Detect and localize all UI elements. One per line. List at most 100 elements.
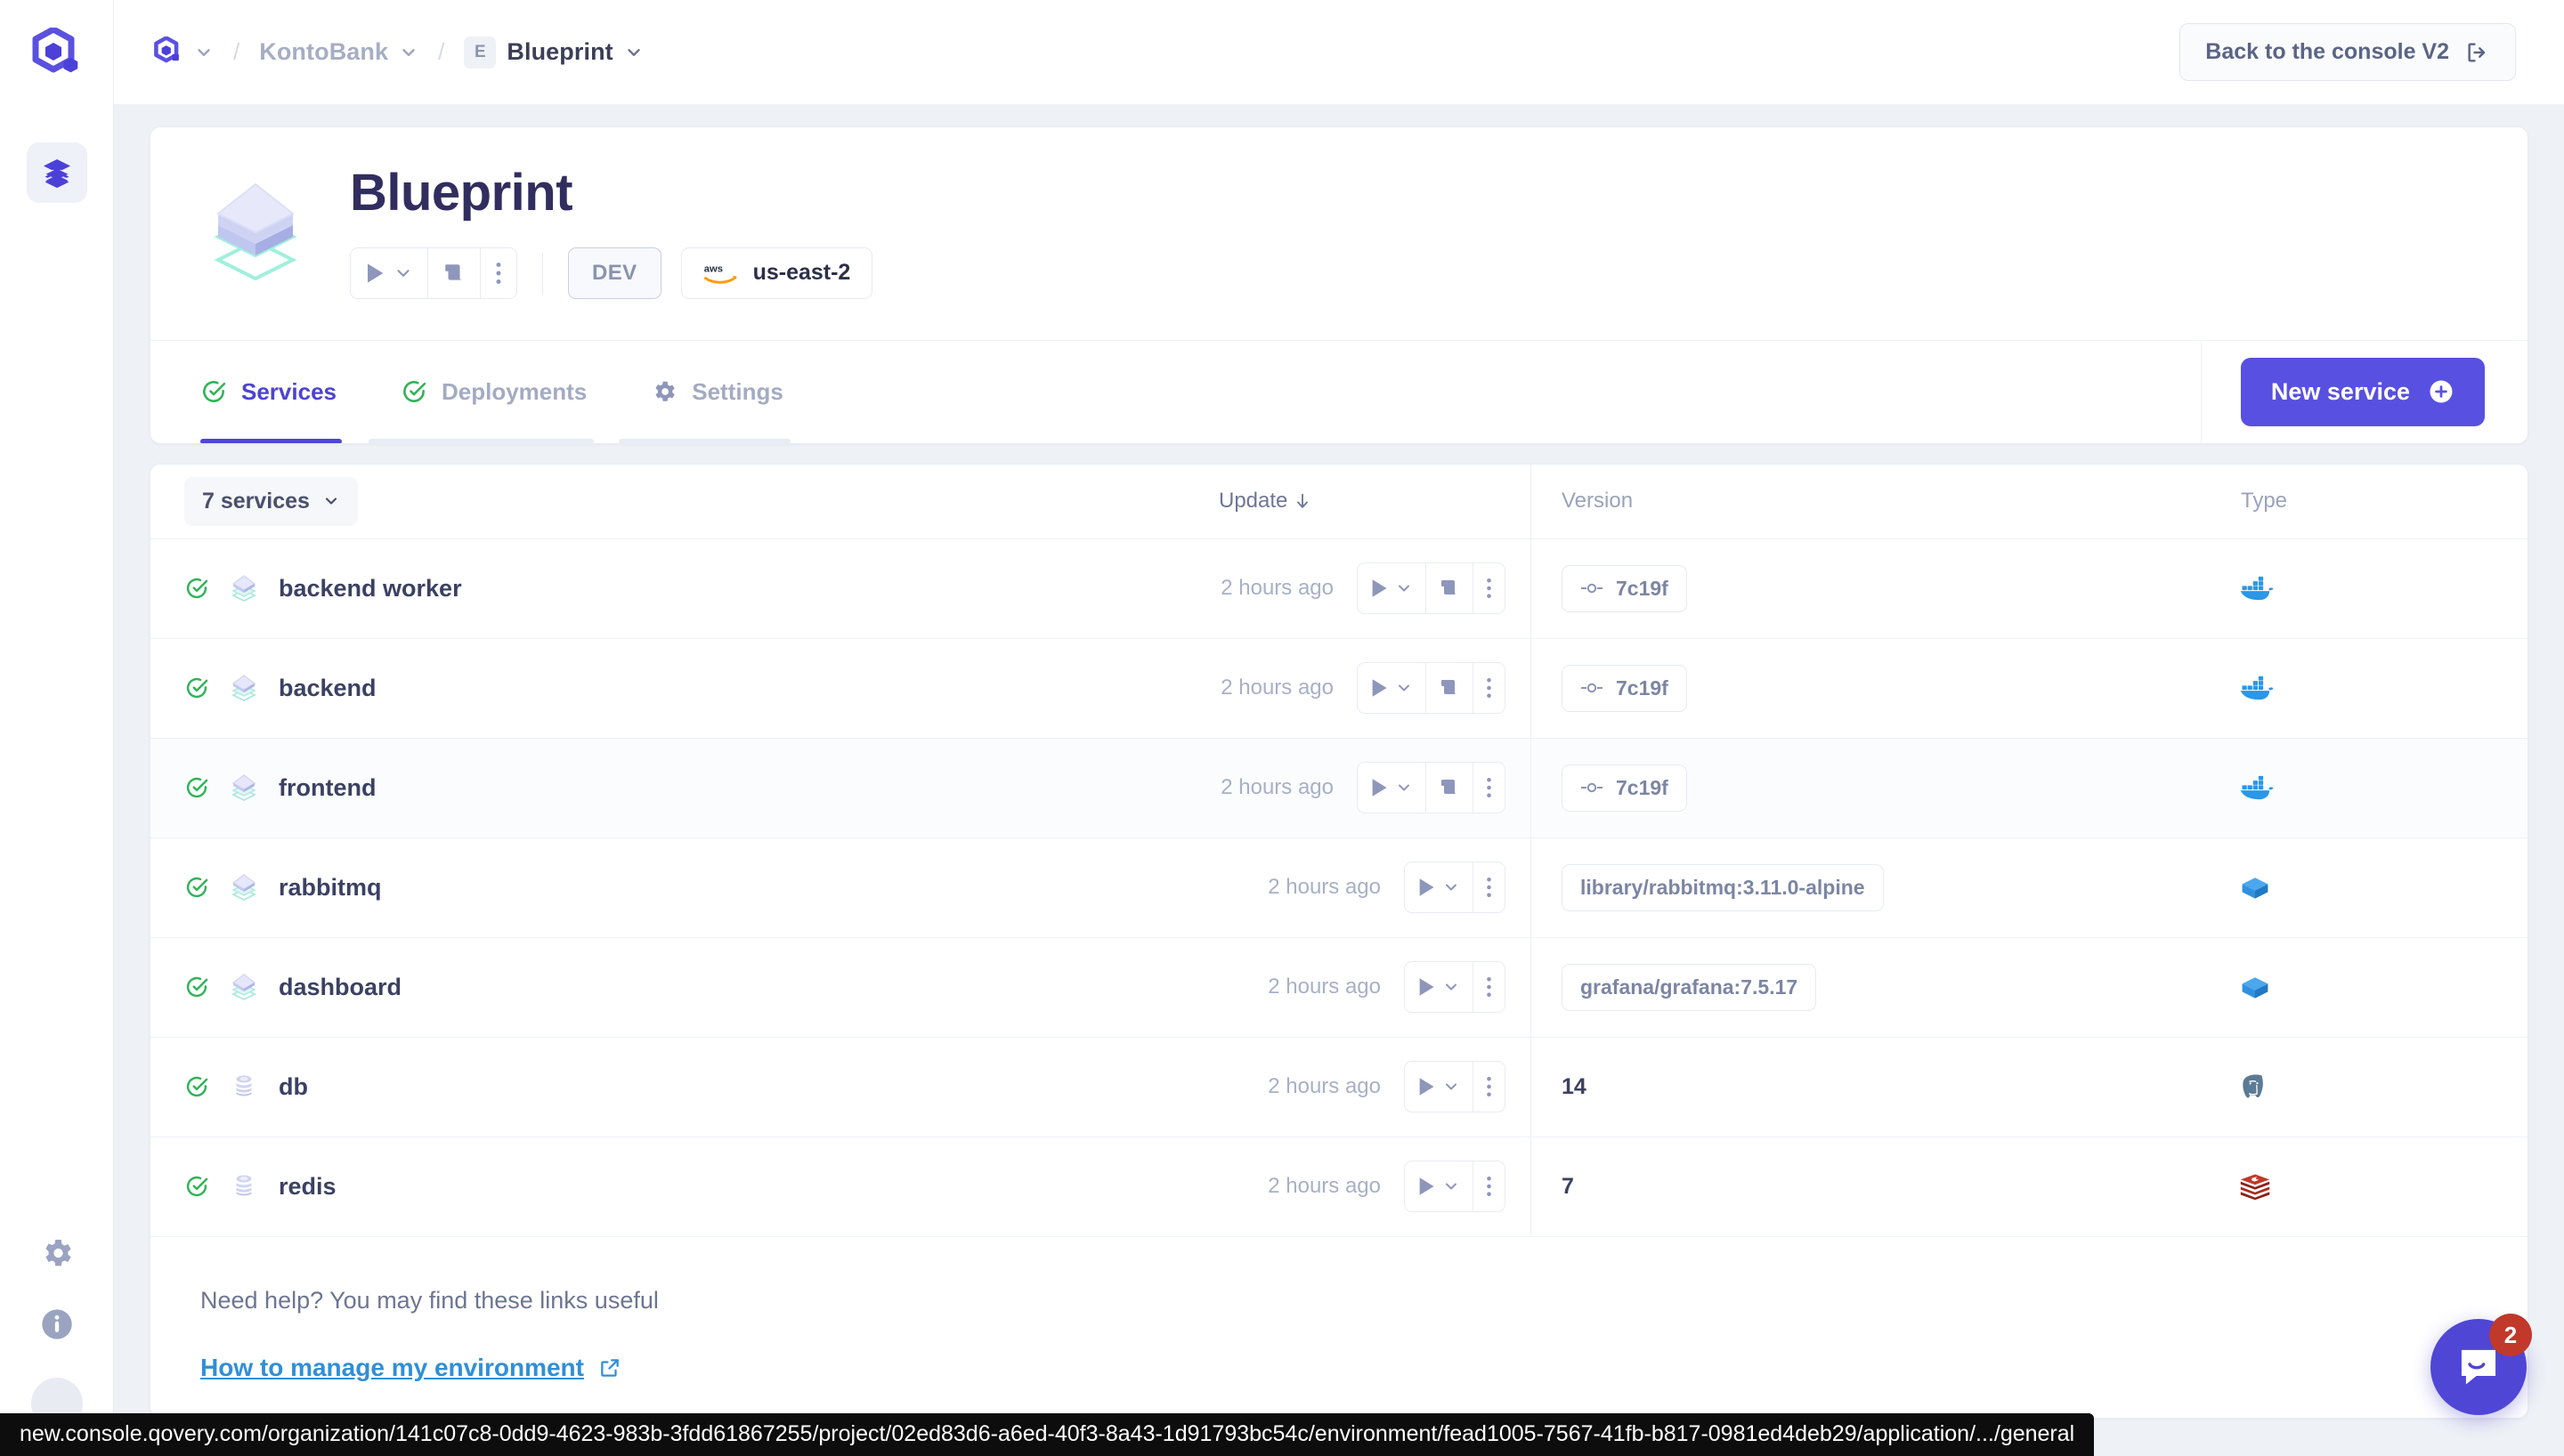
row-action-logs[interactable] <box>1426 563 1473 614</box>
version-image-tag[interactable]: grafana/grafana:7.5.17 <box>1562 963 1817 1011</box>
row-action-deploy[interactable] <box>1405 862 1473 913</box>
logs-button[interactable] <box>428 247 481 298</box>
cloud-region-badge[interactable]: aws us-east-2 <box>680 247 873 299</box>
last-update-time: 2 hours ago <box>1268 1074 1381 1099</box>
app-root: / KontoBank / E Blueprint Back to the co… <box>0 0 2564 1456</box>
new-service-button[interactable]: New service <box>2240 357 2485 426</box>
last-update-time: 2 hours ago <box>1221 576 1334 601</box>
table-row[interactable]: backend 2 hours ago 7c19f <box>150 638 2527 739</box>
table-row[interactable]: redis 2 hours ago 7 <box>150 1136 2527 1237</box>
info-icon[interactable] <box>39 1306 75 1342</box>
aws-icon: aws <box>703 260 739 287</box>
service-name[interactable]: frontend <box>279 774 376 802</box>
table-header-type: Type <box>2154 489 2527 514</box>
row-action-more[interactable] <box>1473 763 1505 813</box>
database-icon <box>229 1072 259 1102</box>
row-action-deploy[interactable] <box>1405 962 1473 1013</box>
row-version-cell: library/rabbitmq:3.11.0-alpine <box>1530 837 2154 937</box>
docker-icon <box>2239 772 2276 803</box>
environment-header-main: Blueprint DEV aws us-east-2 <box>350 166 2478 299</box>
row-action-deploy[interactable] <box>1358 663 1426 714</box>
row-action-more[interactable] <box>1473 1062 1505 1112</box>
row-action-more[interactable] <box>1473 962 1505 1012</box>
version-commit-tag[interactable]: 7c19f <box>1562 764 1687 812</box>
help-section: Need help? You may find these links usef… <box>150 1237 2527 1418</box>
services-table: 7 services Update Version Type backend w… <box>150 463 2528 1419</box>
row-version-cell: 7c19f <box>1530 538 2154 638</box>
row-action-group <box>1357 762 1505 814</box>
service-name[interactable]: redis <box>279 1173 337 1201</box>
tab-deployments[interactable]: Deployments <box>368 341 619 443</box>
table-header-update[interactable]: Update <box>1219 489 1530 514</box>
docker-icon <box>2239 573 2276 603</box>
row-action-logs[interactable] <box>1426 763 1473 813</box>
container-icon <box>2239 973 2271 1001</box>
container-icon <box>2239 873 2271 902</box>
more-actions-button[interactable] <box>481 248 516 298</box>
sort-descending-icon <box>1293 491 1312 511</box>
version-commit-tag[interactable]: 7c19f <box>1562 664 1687 712</box>
row-action-deploy[interactable] <box>1358 563 1426 614</box>
table-row[interactable]: backend worker 2 hours ago 7c19f <box>150 538 2527 639</box>
application-icon <box>229 872 259 902</box>
row-action-more[interactable] <box>1473 663 1505 713</box>
help-link-manage-environment[interactable]: How to manage my environment <box>200 1354 621 1382</box>
play-icon <box>365 263 385 284</box>
table-row[interactable]: db 2 hours ago 14 <box>150 1037 2527 1137</box>
environment-mode-badge[interactable]: DEV <box>568 247 661 299</box>
version-value: grafana/grafana:7.5.17 <box>1580 975 1798 999</box>
sidebar-item-environments[interactable] <box>26 142 87 203</box>
tab-settings[interactable]: Settings <box>619 341 815 443</box>
version-image-tag[interactable]: library/rabbitmq:3.11.0-alpine <box>1562 863 1884 911</box>
logs-icon <box>442 262 466 285</box>
row-update-cell: 2 hours ago <box>1219 938 1530 1037</box>
tab-active-indicator <box>200 438 342 443</box>
row-action-deploy[interactable] <box>1358 763 1426 813</box>
row-action-more[interactable] <box>1473 1161 1505 1211</box>
status-badge <box>184 975 209 999</box>
table-row[interactable]: dashboard 2 hours ago grafana/grafana:7.5.… <box>150 937 2527 1038</box>
table-row[interactable]: rabbitmq 2 hours ago library/rabbitmq:3.11… <box>150 837 2527 938</box>
intercom-launcher[interactable]: 2 <box>2430 1314 2532 1415</box>
breadcrumb-organization[interactable] <box>153 36 214 69</box>
row-version-cell: 7c19f <box>1530 638 2154 738</box>
service-name[interactable]: dashboard <box>279 974 402 1001</box>
row-action-logs[interactable] <box>1426 663 1473 714</box>
tab-settings-label: Settings <box>692 377 783 405</box>
row-action-group <box>1357 562 1505 615</box>
tab-services[interactable]: Services <box>200 341 369 443</box>
environment-action-row: DEV aws us-east-2 <box>350 247 2478 299</box>
row-action-group <box>1404 861 1505 914</box>
service-name[interactable]: rabbitmq <box>279 874 382 902</box>
breadcrumb-project-label: KontoBank <box>259 38 389 65</box>
row-action-deploy[interactable] <box>1405 1161 1473 1212</box>
table-header: 7 services Update Version Type <box>150 464 2527 539</box>
version-commit-tag[interactable]: 7c19f <box>1562 564 1687 612</box>
service-name[interactable]: backend worker <box>279 575 462 603</box>
qovery-logo-icon[interactable] <box>28 27 85 84</box>
service-count-dropdown[interactable]: 7 services <box>184 476 358 526</box>
row-action-more[interactable] <box>1473 563 1505 613</box>
intercom-unread-badge: 2 <box>2489 1314 2532 1356</box>
service-name[interactable]: db <box>279 1073 308 1101</box>
commit-icon <box>1580 680 1603 696</box>
breadcrumb-project[interactable]: KontoBank <box>259 38 418 66</box>
environment-icon <box>200 175 311 282</box>
table-row[interactable]: frontend 2 hours ago 7c19f <box>150 738 2527 838</box>
row-action-more[interactable] <box>1473 862 1505 912</box>
tab-services-label: Services <box>241 377 337 405</box>
gear-icon[interactable] <box>39 1235 75 1271</box>
row-action-deploy[interactable] <box>1405 1062 1473 1112</box>
deploy-button[interactable] <box>351 247 428 298</box>
row-type-cell <box>2154 639 2527 738</box>
region-label: us-east-2 <box>752 260 851 286</box>
back-to-console-button[interactable]: Back to the console V2 <box>2179 23 2516 81</box>
tabs-bar: Services Deployments Settings New servic… <box>150 339 2527 443</box>
topbar: / KontoBank / E Blueprint Back to the co… <box>114 0 2564 105</box>
last-update-time: 2 hours ago <box>1221 675 1334 700</box>
service-name[interactable]: backend <box>279 675 377 702</box>
tab-deployments-label: Deployments <box>441 377 588 405</box>
service-count-label: 7 services <box>202 488 310 514</box>
application-icon <box>229 972 259 1002</box>
breadcrumb-environment[interactable]: E Blueprint <box>464 36 643 69</box>
